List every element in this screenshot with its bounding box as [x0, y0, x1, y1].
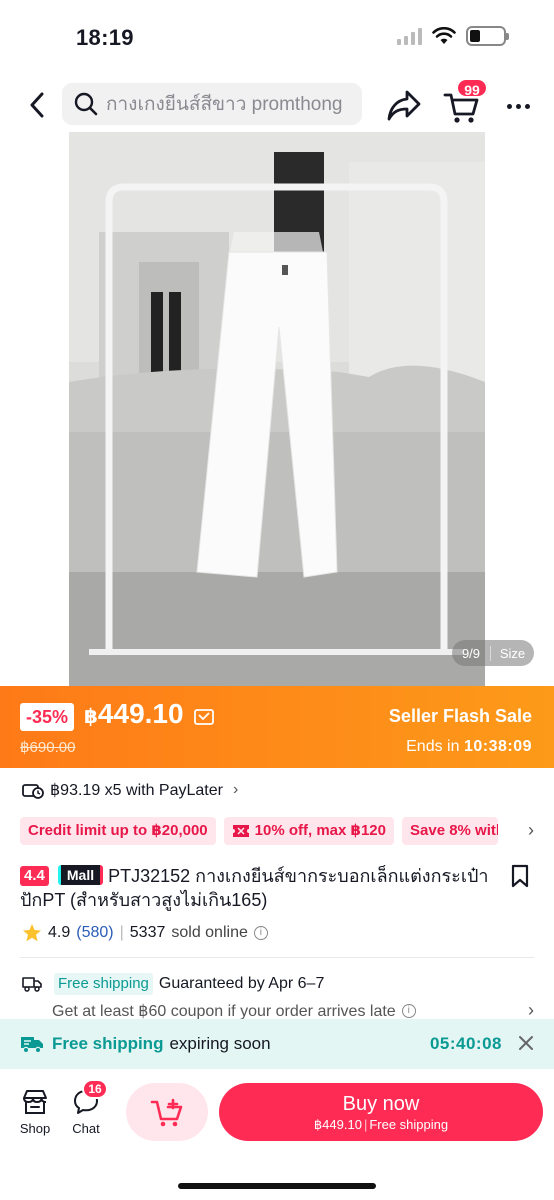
price-value: 449.10: [97, 698, 184, 729]
paylater-row[interactable]: ฿93.19 x5 with PayLater ›: [22, 778, 238, 802]
home-indicator: [178, 1183, 376, 1189]
promo-chip-discount[interactable]: 10% off, max ฿120: [223, 817, 394, 845]
divider: |: [119, 924, 124, 941]
free-shipping-banner-title: Free shipping: [52, 1034, 164, 1053]
buy-now-button[interactable]: Buy now ฿449.10 | Free shipping: [219, 1083, 543, 1141]
review-count[interactable]: (580): [76, 924, 113, 942]
rating-row[interactable]: 4.9 (580) | 5337 sold online i: [22, 923, 268, 943]
info-icon[interactable]: i: [401, 1004, 416, 1018]
wifi-icon: [432, 27, 456, 44]
search-placeholder: กางเกงยีนส์สีขาว promthong: [106, 94, 343, 115]
search-input[interactable]: กางเกงยีนส์สีขาว promthong: [62, 83, 362, 125]
original-price: ฿690.00: [20, 739, 76, 756]
free-shipping-banner-text: expiring soon: [169, 1034, 271, 1053]
search-icon: [74, 92, 98, 116]
shop-button[interactable]: Shop: [10, 1089, 60, 1136]
top-header: กางเกงยีนส์สีขาว promthong 99: [0, 78, 554, 132]
free-shipping-timer: 05:40:08: [429, 1034, 502, 1053]
sold-count: 5337: [129, 924, 166, 941]
truck-icon: [22, 977, 42, 992]
buy-now-shipping: Free shipping: [369, 1117, 449, 1132]
buy-now-price: ฿449.10: [313, 1117, 362, 1132]
currency-symbol: ฿: [84, 706, 98, 728]
ends-time: 10:38:09: [463, 738, 532, 755]
discount-badge: -35%: [20, 703, 75, 731]
status-icons: [397, 26, 509, 46]
store-rating-badge: 4.4: [20, 866, 49, 886]
more-icon: [506, 103, 512, 109]
ends-label: Ends in: [406, 738, 460, 755]
paylater-icon: [22, 784, 44, 799]
share-icon[interactable]: [385, 88, 423, 124]
chat-label: Chat: [72, 1121, 100, 1136]
image-counter[interactable]: 9/9 Size: [452, 640, 534, 666]
flash-sale-countdown: Ends in 10:38:09: [406, 738, 532, 756]
flash-sale-bar: -35% ฿449.10 ฿690.00 Seller Flash Sale E…: [0, 686, 554, 768]
promo-chip-save[interactable]: Save 8% with: [402, 817, 498, 845]
close-icon[interactable]: [516, 1033, 536, 1053]
late-delivery-coupon-note: Get at least ฿60 coupon if your order ar…: [52, 1001, 416, 1021]
promo-chips: Credit limit up to ฿20,000 10% off, max …: [20, 817, 534, 845]
add-to-cart-button[interactable]: [126, 1083, 208, 1141]
star-icon: [23, 924, 41, 942]
promo-chip-credit[interactable]: Credit limit up to ฿20,000: [20, 817, 216, 845]
back-icon: [30, 92, 44, 118]
bookmark-icon[interactable]: [510, 864, 530, 888]
shop-icon: [23, 1090, 47, 1114]
shop-label: Shop: [19, 1121, 51, 1136]
free-shipping-tag: Free shipping: [54, 973, 153, 995]
current-price: ฿449.10: [84, 698, 184, 730]
chat-badge: 16: [82, 1079, 108, 1099]
status-time: 18:19: [76, 25, 134, 50]
more-button[interactable]: [500, 88, 536, 124]
price-tag-icon[interactable]: [194, 708, 214, 726]
sold-label: sold online: [171, 924, 248, 941]
rating-value: 4.9: [48, 924, 71, 941]
product-image[interactable]: [69, 132, 485, 686]
product-title: 4.4 Mall PTJ32152 กางเกงยีนส์ขากระบอกเล็…: [20, 864, 490, 912]
section-divider: [20, 957, 534, 958]
free-shipping-banner[interactable]: Free shipping expiring soon 05:40:08: [0, 1019, 554, 1069]
delivery-guarantee: Guaranteed by Apr 6–7: [158, 975, 325, 992]
status-bar: 18:19: [0, 0, 554, 70]
battery-icon: [466, 26, 509, 46]
chevron-right-icon[interactable]: ›: [528, 820, 534, 841]
back-button[interactable]: [20, 86, 54, 124]
signal-icon: [397, 27, 422, 45]
truck-icon: [21, 1037, 43, 1054]
coupon-icon: [232, 825, 249, 837]
chevron-right-icon[interactable]: ›: [528, 1000, 534, 1021]
buy-now-label: Buy now: [342, 1093, 420, 1115]
cart-badge: 99: [456, 78, 488, 98]
shipping-row[interactable]: Free shipping Guaranteed by Apr 6–7: [22, 972, 534, 996]
info-icon[interactable]: i: [253, 926, 268, 940]
chevron-right-icon: ›: [232, 781, 239, 798]
bottom-action-bar: Shop Chat 16 Buy now ฿449.10 | Free shippi…: [0, 1069, 554, 1200]
size-chart-link[interactable]: Size: [490, 645, 534, 661]
paylater-text: ฿93.19 x5 with PayLater: [50, 782, 223, 799]
mall-badge: Mall: [57, 865, 104, 885]
add-to-cart-icon: [150, 1098, 183, 1127]
flash-sale-title: Seller Flash Sale: [388, 706, 532, 726]
image-counter-text: 9/9: [461, 645, 481, 661]
product-photo: [69, 132, 485, 686]
buy-now-subtext: ฿449.10 | Free shipping: [313, 1117, 449, 1132]
